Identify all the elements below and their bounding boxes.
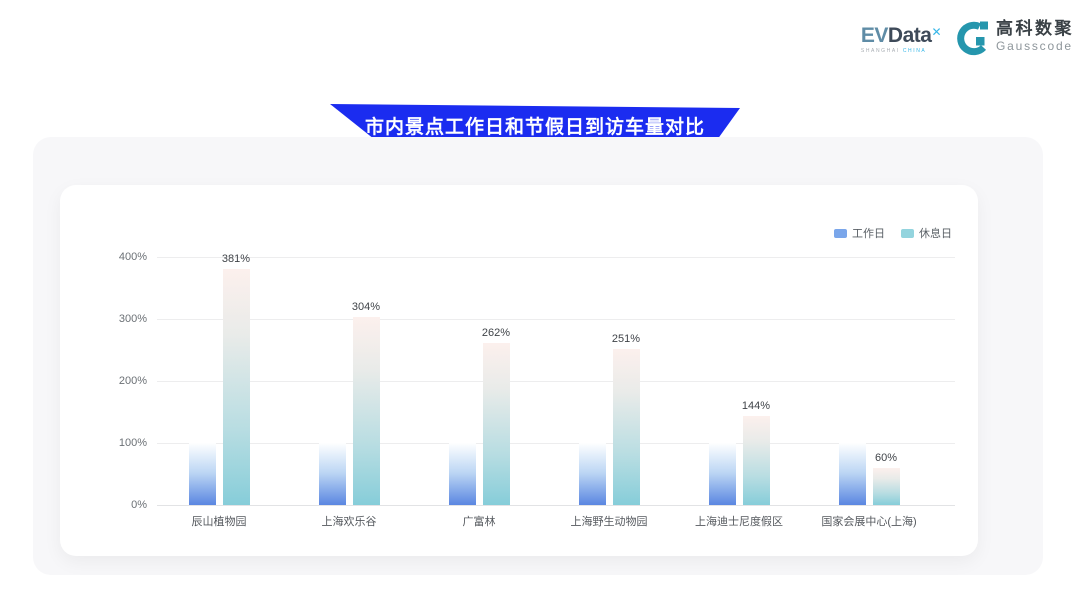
gausscode-g-icon — [955, 20, 991, 56]
bar-休息日-国家会展中心(上海) — [873, 468, 900, 505]
bar-工作日-广富林 — [449, 443, 476, 505]
value-label: 144% — [723, 400, 790, 412]
legend-label-workday: 工作日 — [852, 225, 885, 241]
y-axis-tick-label: 400% — [95, 251, 147, 263]
bar-group: 381% — [189, 257, 250, 505]
bar-休息日-广富林 — [483, 343, 510, 505]
x-axis-category-label: 国家会展中心(上海) — [804, 513, 934, 529]
value-label: 381% — [203, 253, 270, 265]
bar-工作日-辰山植物园 — [189, 443, 216, 505]
gridline — [157, 505, 955, 506]
x-axis-category-label: 辰山植物园 — [154, 513, 284, 529]
bar-group: 251% — [579, 257, 640, 505]
evdata-subtitle-right: CHINA — [903, 48, 927, 54]
gridline — [157, 319, 955, 320]
evdata-logo: EVData✕ SHANGHAI CHINA — [861, 20, 941, 54]
chart-legend: 工作日 休息日 — [834, 225, 952, 241]
x-axis-category-label: 广富林 — [414, 513, 544, 529]
evdata-logo-text: EVData✕ — [861, 26, 941, 46]
bar-group: 60% — [839, 257, 900, 505]
content-panel: 工作日 休息日 0%100%200%300%400%381%辰山植物园304%上… — [33, 137, 1043, 575]
legend-item-restday[interactable]: 休息日 — [901, 225, 952, 241]
gridline — [157, 443, 955, 444]
y-axis-tick-label: 300% — [95, 313, 147, 325]
gausscode-cn-text: 高科数聚 — [996, 20, 1074, 38]
gridline — [157, 257, 955, 258]
gausscode-logo-text: 高科数聚 Gausscode — [996, 20, 1074, 52]
x-axis-category-label: 上海野生动物园 — [544, 513, 674, 529]
value-label: 262% — [463, 327, 530, 339]
bar-工作日-上海欢乐谷 — [319, 443, 346, 505]
bar-休息日-上海迪士尼度假区 — [743, 416, 770, 505]
bar-休息日-上海欢乐谷 — [353, 317, 380, 506]
gridline — [157, 381, 955, 382]
legend-item-workday[interactable]: 工作日 — [834, 225, 885, 241]
page: EVData✕ SHANGHAI CHINA 高科数聚 Gausscode 市内… — [0, 0, 1080, 608]
header-logos: EVData✕ SHANGHAI CHINA 高科数聚 Gausscode — [861, 20, 1074, 56]
bar-休息日-辰山植物园 — [223, 269, 250, 505]
bar-休息日-上海野生动物园 — [613, 349, 640, 505]
value-label: 251% — [593, 333, 660, 345]
x-axis-category-label: 上海迪士尼度假区 — [674, 513, 804, 529]
evdata-x-icon: ✕ — [931, 25, 941, 39]
legend-label-restday: 休息日 — [919, 225, 952, 241]
legend-marker-restday-icon — [901, 229, 914, 238]
bar-group: 262% — [449, 257, 510, 505]
value-label: 60% — [853, 452, 920, 464]
value-label: 304% — [333, 301, 400, 313]
legend-marker-workday-icon — [834, 229, 847, 238]
chart-card: 工作日 休息日 0%100%200%300%400%381%辰山植物园304%上… — [60, 185, 978, 556]
evdata-subtitle-left: SHANGHAI — [861, 48, 900, 54]
bar-group: 144% — [709, 257, 770, 505]
bar-工作日-上海野生动物园 — [579, 443, 606, 505]
bar-group: 304% — [319, 257, 380, 505]
evdata-subtitle: SHANGHAI CHINA — [861, 48, 926, 54]
y-axis-tick-label: 100% — [95, 437, 147, 449]
evdata-data-text: Data — [888, 24, 932, 47]
gausscode-en-text: Gausscode — [996, 40, 1074, 53]
gausscode-logo: 高科数聚 Gausscode — [955, 20, 1074, 56]
y-axis-tick-label: 0% — [95, 499, 147, 511]
plot-area: 0%100%200%300%400%381%辰山植物园304%上海欢乐谷262%… — [157, 257, 955, 505]
y-axis-tick-label: 200% — [95, 375, 147, 387]
bar-工作日-上海迪士尼度假区 — [709, 443, 736, 505]
x-axis-category-label: 上海欢乐谷 — [284, 513, 414, 529]
evdata-ev-text: EV — [861, 24, 888, 47]
